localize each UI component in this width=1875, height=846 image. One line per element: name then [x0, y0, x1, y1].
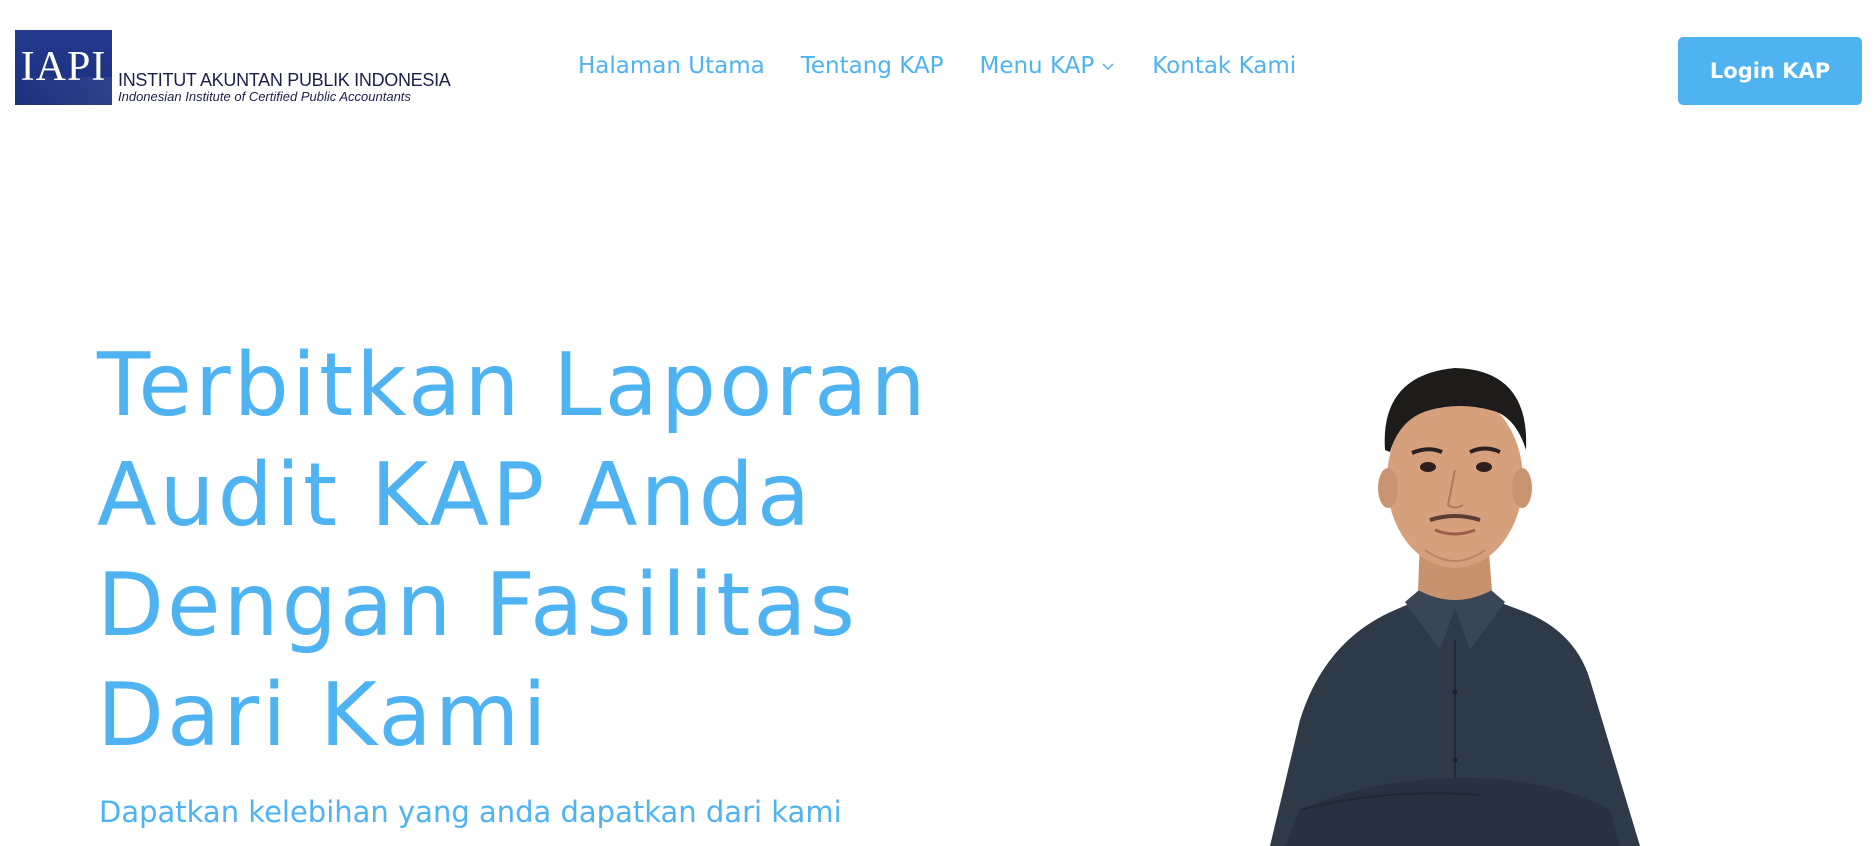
logo-text: INSTITUT AKUNTAN PUBLIK INDONESIA Indone…	[118, 71, 451, 104]
logo-mark: IAPI	[15, 30, 112, 105]
hero-title-line: Audit KAP Anda	[97, 444, 814, 546]
logo-tagline: Indonesian Institute of Certified Public…	[118, 89, 411, 104]
login-kap-button[interactable]: Login KAP	[1678, 37, 1862, 105]
nav-item-tentang-kap[interactable]: Tentang KAP	[801, 53, 944, 79]
hero-person-image	[1270, 368, 1640, 846]
nav-item-menu-kap-label: Menu KAP	[979, 53, 1095, 79]
hero-title-line: Dari Kami	[97, 664, 550, 766]
hero-title: Terbitkan Laporan Audit KAP Anda Dengan …	[97, 330, 1057, 770]
nav-item-kontak-kami[interactable]: Kontak Kami	[1152, 53, 1296, 79]
chevron-down-icon	[1102, 63, 1114, 71]
hero-title-line: Dengan Fasilitas	[97, 554, 858, 656]
nav-item-halaman-utama[interactable]: Halaman Utama	[578, 53, 765, 79]
hero-title-line: Terbitkan Laporan	[97, 334, 929, 436]
hero-subtitle: Dapatkan kelebihan yang anda dapatkan da…	[99, 795, 842, 829]
iapi-logo[interactable]: IAPI INSTITUT AKUNTAN PUBLIK INDONESIA I…	[15, 30, 451, 105]
main-nav: Halaman Utama Tentang KAP Menu KAP Konta…	[578, 53, 1296, 79]
nav-item-menu-kap[interactable]: Menu KAP	[979, 53, 1116, 79]
landing-page: IAPI INSTITUT AKUNTAN PUBLIK INDONESIA I…	[0, 0, 1875, 846]
logo-name: INSTITUT AKUNTAN PUBLIK INDONESIA	[118, 70, 451, 90]
